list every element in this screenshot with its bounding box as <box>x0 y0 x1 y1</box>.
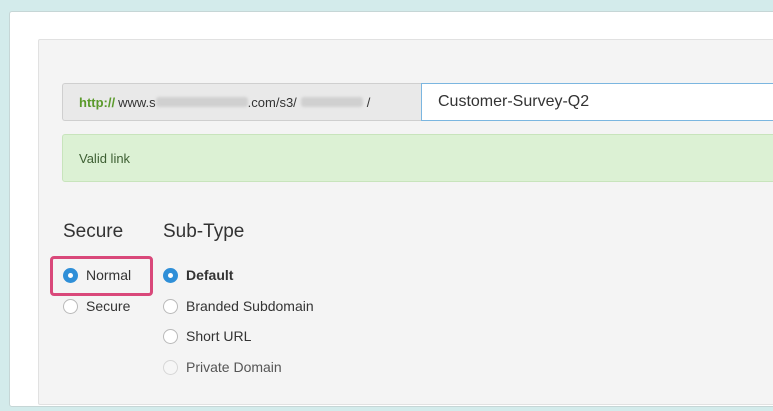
url-domain-prefix: www.s <box>118 94 156 110</box>
secure-option-label: Secure <box>86 298 131 314</box>
radio-unchecked-icon[interactable] <box>63 298 78 314</box>
url-prefix: http:// www.s .com/s3/ / <box>62 83 421 121</box>
subtype-option-default[interactable]: Default <box>163 266 233 284</box>
subtype-option-private-domain: Private Domain <box>163 358 282 376</box>
subtype-option-label: Default <box>186 267 234 283</box>
subtype-option-label: Short URL <box>186 328 252 344</box>
radio-unchecked-icon[interactable] <box>163 328 178 344</box>
highlight-annotation <box>50 256 153 296</box>
validation-message: Valid link <box>79 150 131 166</box>
subtype-option-label: Private Domain <box>186 359 282 375</box>
subtype-option-short-url[interactable]: Short URL <box>163 327 251 345</box>
validation-banner: Valid link <box>62 134 773 182</box>
redacted-id <box>300 97 363 107</box>
subtype-option-branded-subdomain[interactable]: Branded Subdomain <box>163 297 314 315</box>
subtype-option-label: Branded Subdomain <box>186 298 314 314</box>
url-protocol: http:// <box>79 94 116 110</box>
subtype-heading: Sub-Type <box>163 221 245 242</box>
radio-unchecked-icon[interactable] <box>163 298 178 314</box>
url-trailing-slash: / <box>366 94 371 110</box>
link-slug-input[interactable] <box>421 83 773 121</box>
radio-disabled-icon <box>163 359 178 375</box>
radio-checked-icon[interactable] <box>163 267 178 283</box>
secure-option-secure[interactable]: Secure <box>63 297 130 315</box>
secure-heading: Secure <box>63 221 124 242</box>
url-domain-suffix: .com/s3/ <box>247 94 297 110</box>
redacted-domain <box>155 97 248 107</box>
